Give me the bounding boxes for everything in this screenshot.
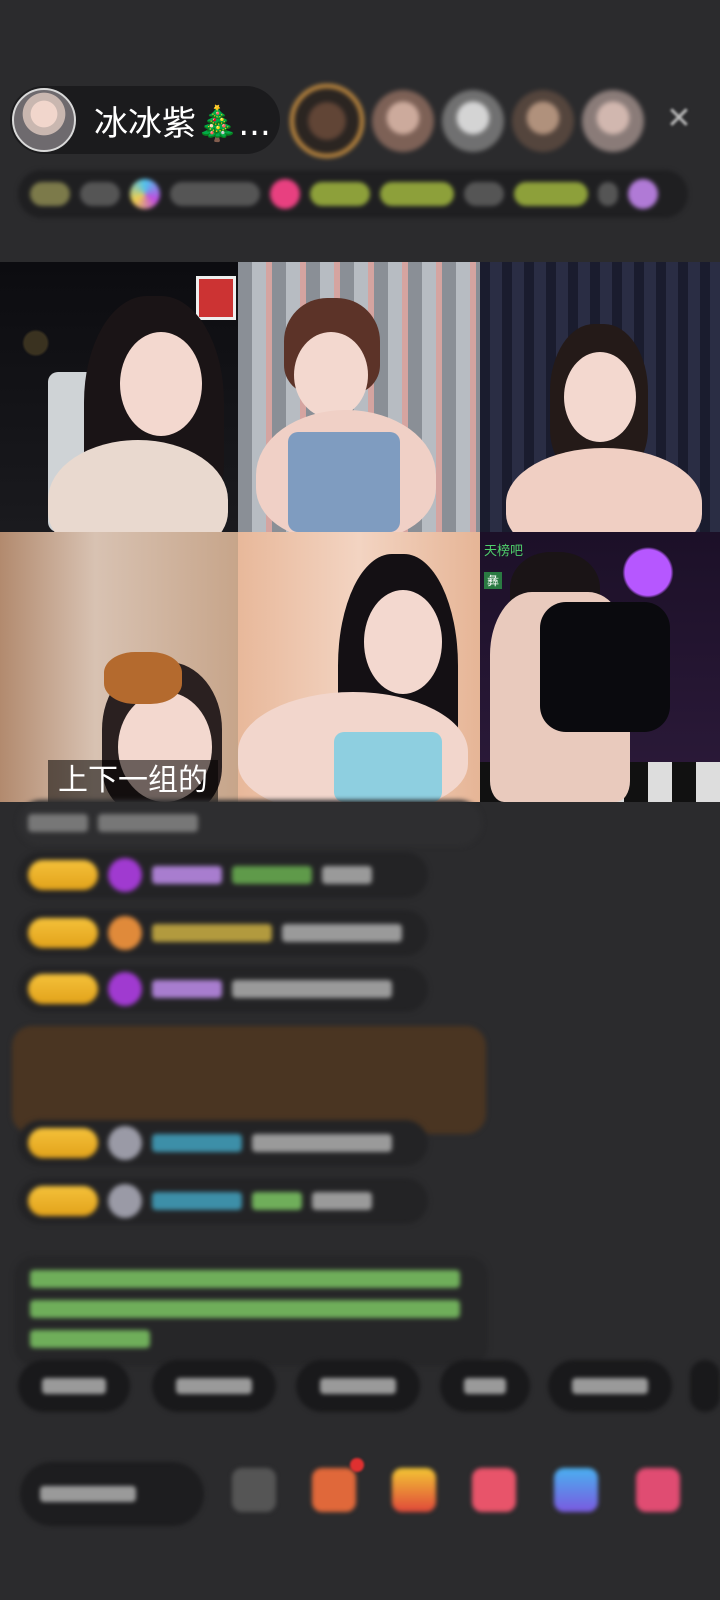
- chat-message: [18, 966, 428, 1012]
- chat-message: [18, 1120, 428, 1166]
- avatar: [108, 1184, 142, 1218]
- viewer-avatar[interactable]: [290, 84, 364, 158]
- info-chip: [598, 182, 618, 206]
- bottom-bar: [0, 1456, 720, 1536]
- rank-label: 天榜吧: [484, 544, 524, 559]
- more-icon[interactable]: [636, 1468, 680, 1512]
- chat-message: [18, 852, 428, 898]
- host-name: 冰冰紫🎄...: [94, 103, 271, 144]
- chat-message: [18, 800, 482, 846]
- quick-action-button[interactable]: [690, 1360, 720, 1412]
- chat-input-button[interactable]: [20, 1462, 204, 1526]
- quick-action-button[interactable]: [152, 1360, 276, 1412]
- info-chip: [170, 182, 260, 206]
- quick-action-button[interactable]: [440, 1360, 530, 1412]
- level-chip: [30, 182, 70, 206]
- avatar: [108, 1126, 142, 1160]
- top-viewers-list: [290, 84, 644, 158]
- emoji-icon[interactable]: [232, 1468, 276, 1512]
- viewer-avatar[interactable]: [442, 90, 504, 152]
- highlighted-chat-message: [12, 1026, 486, 1134]
- lucky-icon[interactable]: [472, 1468, 516, 1512]
- quick-action-button[interactable]: [18, 1360, 130, 1412]
- pink-icon: [270, 179, 300, 209]
- info-chip: [380, 182, 454, 206]
- room-info-strip[interactable]: [18, 170, 688, 218]
- stream-tile[interactable]: [238, 262, 480, 532]
- info-chip: [514, 182, 588, 206]
- badge-icon: [108, 916, 142, 950]
- stream-tile[interactable]: 天榜吧 彝: [480, 532, 720, 802]
- viewer-avatar[interactable]: [512, 90, 574, 152]
- share-icon[interactable]: [554, 1468, 598, 1512]
- stream-tile[interactable]: 上下一组的: [0, 532, 238, 802]
- stream-tile[interactable]: [480, 262, 720, 532]
- diamond-icon: [108, 972, 142, 1006]
- stream-grid: 上下一组的 天榜吧 彝: [0, 262, 720, 802]
- quick-action-button[interactable]: [296, 1360, 420, 1412]
- stream-tile[interactable]: [0, 262, 238, 532]
- activity-icon: [130, 179, 160, 209]
- rank-name: 彝: [484, 572, 503, 589]
- stream-caption: 上下一组的: [48, 760, 218, 802]
- host-avatar[interactable]: [12, 88, 76, 152]
- gift-icon: [628, 179, 658, 209]
- chat-message: [18, 1178, 428, 1224]
- info-chip: [80, 182, 120, 206]
- diamond-icon: [108, 858, 142, 892]
- info-chip: [310, 182, 370, 206]
- info-chip: [464, 182, 504, 206]
- viewer-avatar[interactable]: [372, 90, 434, 152]
- chat-message: [18, 910, 428, 956]
- notification-dot: [350, 1458, 364, 1472]
- gift-box-icon[interactable]: [312, 1468, 356, 1512]
- close-icon[interactable]: ✕: [662, 102, 696, 136]
- quick-action-button[interactable]: [548, 1360, 672, 1412]
- stream-tile[interactable]: [238, 532, 480, 802]
- system-message: [14, 1256, 488, 1366]
- viewer-avatar[interactable]: [582, 90, 644, 152]
- host-info-pill[interactable]: 冰冰紫🎄...: [10, 86, 280, 154]
- game-icon[interactable]: [392, 1468, 436, 1512]
